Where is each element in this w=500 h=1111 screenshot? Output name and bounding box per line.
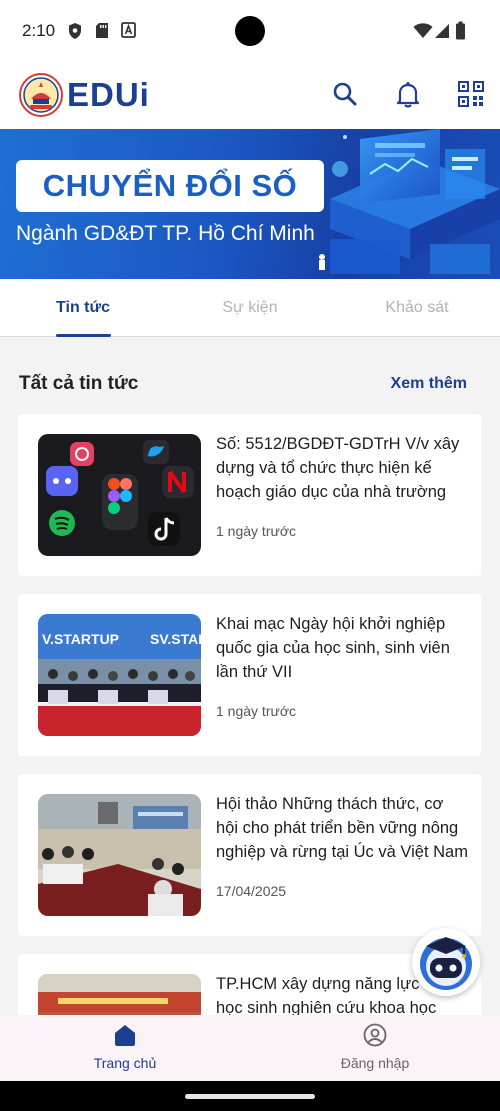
bell-icon[interactable] xyxy=(393,79,423,109)
news-title: Hội thảo Những thách thức, cơ hội cho ph… xyxy=(216,795,468,861)
news-card[interactable]: V.STARTUP SV.STAR Khai mạc Ngày hội khởi… xyxy=(18,594,481,756)
see-more-link[interactable]: Xem thêm xyxy=(391,375,467,393)
chatbot-button[interactable] xyxy=(412,928,480,996)
nav-login-label: Đăng nhập xyxy=(340,1055,410,1071)
status-bar: 2:10 xyxy=(0,0,500,62)
app-brand: EDUi xyxy=(67,76,150,113)
battery-icon xyxy=(455,21,466,45)
bottom-nav: Trang chủ Đăng nhập xyxy=(0,1015,500,1081)
signal-icon xyxy=(434,23,450,44)
robot-icon xyxy=(420,937,472,990)
news-thumbnail: V.STARTUP SV.STAR xyxy=(38,614,201,736)
user-icon xyxy=(363,1023,387,1047)
search-icon[interactable] xyxy=(330,79,360,109)
tab-surveys[interactable]: Khảo sát xyxy=(362,279,472,337)
sd-card-icon xyxy=(95,22,109,44)
home-gesture-pill[interactable] xyxy=(185,1094,315,1099)
home-icon xyxy=(113,1023,137,1047)
tab-news[interactable]: Tin tức xyxy=(28,279,138,337)
banner-title-box: CHUYỂN ĐỔI SỐ xyxy=(16,160,324,212)
nav-home-label: Trang chủ xyxy=(93,1055,157,1071)
news-card[interactable]: Hội thảo Những thách thức, cơ hội cho ph… xyxy=(18,774,481,936)
news-title: Số: 5512/BGDĐT-GDTrH V/v xây dựng và tổ … xyxy=(216,435,460,501)
news-card[interactable]: Số: 5512/BGDĐT-GDTrH V/v xây dựng và tổ … xyxy=(18,414,481,576)
shield-icon xyxy=(67,22,83,45)
thumb-text-left: V.STARTUP xyxy=(42,631,119,647)
tab-bar: Tin tức Sự kiện Khảo sát xyxy=(0,279,500,337)
status-time: 2:10 xyxy=(22,21,56,40)
qr-code-icon[interactable] xyxy=(456,79,486,109)
banner-title: CHUYỂN ĐỔI SỐ xyxy=(42,168,298,203)
tab-indicator xyxy=(56,334,111,337)
banner-subtitle: Ngành GD&ĐT TP. Hồ Chí Minh xyxy=(16,222,315,245)
wifi-icon xyxy=(413,23,433,44)
thumb-text-right: SV.STAR xyxy=(150,631,201,647)
news-date: 17/04/2025 xyxy=(216,883,287,899)
nav-login[interactable]: Đăng nhập xyxy=(250,1015,500,1081)
section-title: Tất cả tin tức xyxy=(19,373,139,394)
news-date: 1 ngày trước xyxy=(216,703,297,719)
front-camera xyxy=(235,16,265,46)
news-thumbnail xyxy=(38,434,201,556)
news-thumbnail xyxy=(38,794,201,916)
news-date: 1 ngày trước xyxy=(216,523,297,539)
app-header: EDUi xyxy=(0,62,500,129)
nav-home[interactable]: Trang chủ xyxy=(0,1015,250,1081)
tab-events[interactable]: Sự kiện xyxy=(195,279,305,337)
hero-banner[interactable]: CHUYỂN ĐỔI SỐ Ngành GD&ĐT TP. Hồ Chí Min… xyxy=(0,129,500,279)
logo xyxy=(19,73,63,117)
text-a-icon xyxy=(121,22,136,43)
system-nav-bar xyxy=(0,1081,500,1111)
news-title: Khai mạc Ngày hội khởi nghiệp quốc gia c… xyxy=(216,615,450,681)
